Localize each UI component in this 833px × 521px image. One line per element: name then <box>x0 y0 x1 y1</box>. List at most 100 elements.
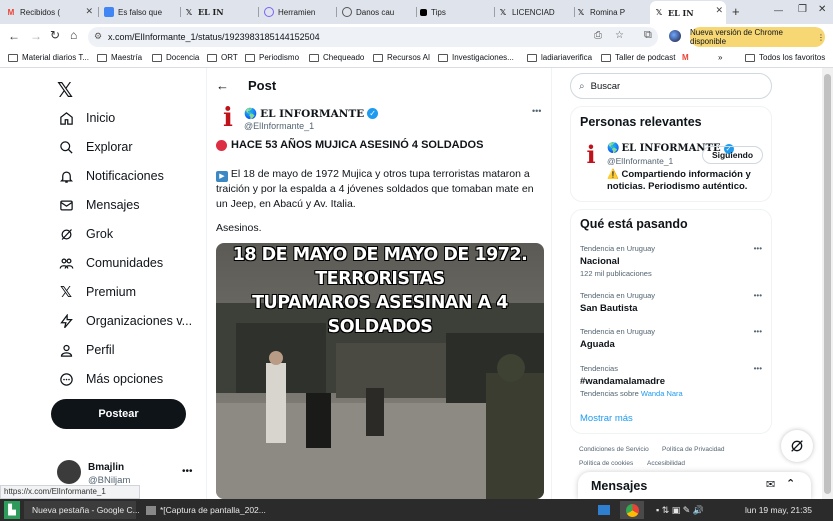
bookmark-docencia[interactable]: Docencia <box>152 53 199 62</box>
chrome-pinned-icon[interactable] <box>620 501 644 519</box>
post-button[interactable]: Postear <box>51 399 186 429</box>
gmail-bookmark-icon[interactable]: M <box>682 53 689 62</box>
expand-icon[interactable]: ⌃ <box>786 477 795 490</box>
trend-item[interactable]: Tendencia en Uruguay San Bautista ••• <box>580 291 766 314</box>
avatar[interactable] <box>57 460 81 484</box>
relevant-avatar[interactable]: i <box>580 143 602 167</box>
search-placeholder: Buscar <box>590 80 621 92</box>
chrome-update-button[interactable]: Nueva versión de Chrome disponible ⋮ <box>690 27 825 47</box>
close-icon[interactable]: ✕ <box>85 6 93 17</box>
video-player[interactable]: 18 DE MAYO DE MAYO DE 1972. TERRORISTAS … <box>216 243 544 499</box>
tab-active-informante[interactable]: 𝕏 EL IN ✕ <box>650 1 726 24</box>
bookmark-material[interactable]: Material diarios T... <box>8 53 89 62</box>
nav-item-messages[interactable]: Mensajes <box>58 192 140 218</box>
nav-item-more[interactable]: Más opciones <box>58 366 163 392</box>
trend-more-icon[interactable]: ••• <box>754 291 762 300</box>
trend-more-icon[interactable]: ••• <box>754 327 762 336</box>
bookmark-taller-podcast[interactable]: Taller de podcast <box>601 53 675 62</box>
x-logo-icon[interactable]: 𝕏 <box>57 78 73 103</box>
search-icon: ⌕ <box>579 80 585 92</box>
tray-icons[interactable]: ▪ ⇅ ▣ ✎ 🔊 <box>656 501 704 519</box>
bookmark-ort[interactable]: ORT <box>207 53 238 62</box>
bell-icon <box>58 168 74 184</box>
bookmark-star-icon[interactable]: ☆ <box>615 30 624 41</box>
tab-danos[interactable]: Danos cau <box>342 2 414 22</box>
messages-drawer[interactable]: Mensajes ✉ ⌃ <box>578 472 811 499</box>
profile-avatar[interactable] <box>669 30 681 42</box>
tab-herramientas[interactable]: Herramien <box>264 2 334 22</box>
tab-label: Herramien <box>278 7 316 17</box>
start-menu-icon[interactable]: ▙ <box>4 501 20 519</box>
taskbar-clock[interactable]: lun 19 may, 21:35 <box>745 501 812 519</box>
bookmark-label: Material diarios T... <box>22 53 89 62</box>
post-more-icon[interactable]: ••• <box>532 106 541 116</box>
search-box[interactable]: ⌕ Buscar <box>570 73 772 99</box>
bookmark-maestria[interactable]: Maestría <box>97 53 142 62</box>
forward-icon[interactable]: → <box>30 29 42 43</box>
bookmark-chequeado[interactable]: Chequeado <box>309 53 364 62</box>
nav-item-home[interactable]: Inicio <box>58 105 115 131</box>
install-icon[interactable]: ⎙ <box>594 30 602 41</box>
new-tab-icon[interactable]: + <box>732 4 740 19</box>
minimize-icon[interactable]: — <box>774 5 783 15</box>
nav-item-explore[interactable]: Explorar <box>58 134 133 160</box>
show-more-link[interactable]: Mostrar más <box>580 413 633 424</box>
tab-tips[interactable]: Tips <box>420 2 492 22</box>
tab-label: Danos cau <box>356 7 395 17</box>
bookmark-recursos-ai[interactable]: Recursos AI <box>373 53 430 62</box>
footer-link[interactable]: Condiciones de Servicio <box>579 446 649 453</box>
folder-icon <box>745 53 755 62</box>
author-avatar[interactable]: i <box>216 105 240 131</box>
trend-item[interactable]: Tendencias #wandamalamadre Tendencias so… <box>580 364 766 398</box>
nav-item-premium[interactable]: 𝕏 Premium <box>58 279 136 305</box>
author-name-row[interactable]: 🌎 EL INFORMANTE ✓ <box>244 107 379 120</box>
bookmark-label: Recursos AI <box>387 53 431 62</box>
close-window-icon[interactable]: ✕ <box>818 4 826 15</box>
scrollbar-thumb[interactable] <box>824 74 831 494</box>
account-more-icon[interactable]: ••• <box>182 466 193 477</box>
trend-item[interactable]: Tendencia en Uruguay Nacional 122 mil pu… <box>580 244 766 278</box>
back-icon[interactable]: ← <box>8 29 20 43</box>
following-button[interactable]: Siguiendo <box>702 146 763 164</box>
bookmark-investigaciones[interactable]: Investigaciones... <box>438 53 514 62</box>
tab-licenciada[interactable]: 𝕏 LICENCIAD <box>498 2 572 22</box>
nav-item-organizations[interactable]: Organizaciones v... <box>58 308 192 334</box>
tab-gmail[interactable]: M Recibidos ( ✕ <box>6 2 96 22</box>
docs-icon <box>104 7 114 17</box>
bookmark-ladiariaverifica[interactable]: ladiariaverifica <box>527 53 592 62</box>
home-icon[interactable]: ⌂ <box>70 28 77 42</box>
bookmark-all[interactable]: Todos los favoritos <box>745 53 825 62</box>
bookmark-periodismo[interactable]: Periodismo <box>245 53 299 62</box>
footer-link[interactable]: Política de Privacidad <box>662 446 725 453</box>
taskbar-item-screenshot[interactable]: *[Captura de pantalla_202... <box>142 501 272 519</box>
trend-more-icon[interactable]: ••• <box>754 244 762 253</box>
nav-item-grok[interactable]: Grok <box>58 221 113 247</box>
nav-item-communities[interactable]: Comunidades <box>58 250 163 276</box>
taskbar-item-chrome[interactable]: Nueva pestaña - Google C... <box>24 501 140 519</box>
address-bar[interactable]: ⚙ x.com/ElInformante_1/status/1923983185… <box>88 27 658 47</box>
nav-item-profile[interactable]: Perfil <box>58 337 114 363</box>
tab-x-informante[interactable]: 𝕏 EL IN <box>184 2 258 22</box>
trend-item[interactable]: Tendencia en Uruguay Aguada ••• <box>580 327 766 350</box>
extensions-icon[interactable]: ⧉ <box>644 29 652 42</box>
nav-item-notifications[interactable]: Notificaciones <box>58 163 164 189</box>
tab-docs[interactable]: Es falso que <box>104 2 180 22</box>
back-arrow-icon[interactable]: ← <box>216 78 229 93</box>
tab-romina[interactable]: 𝕏 Romina P <box>576 2 648 22</box>
desktop-icon[interactable] <box>598 501 612 519</box>
globe-emoji-icon: 🌎 <box>607 143 620 154</box>
more-bookmarks-icon[interactable]: » <box>718 53 722 62</box>
footer-link[interactable]: Accesibilidad <box>647 460 685 467</box>
site-info-icon[interactable]: ⚙ <box>94 31 102 42</box>
kebab-menu-icon[interactable]: ⋮ <box>817 33 825 42</box>
restore-icon[interactable]: ❐ <box>798 4 807 15</box>
footer-link[interactable]: Política de cookies <box>579 460 633 467</box>
trends-card: Qué está pasando Tendencia en Uruguay Na… <box>570 209 772 434</box>
new-message-icon[interactable]: ✉ <box>766 478 775 491</box>
grok-float-button[interactable] <box>781 430 813 462</box>
mail-icon <box>58 197 74 213</box>
close-icon[interactable]: ✕ <box>715 5 723 16</box>
trend-link[interactable]: Wanda Nara <box>641 389 683 398</box>
reload-icon[interactable]: ↻ <box>50 28 60 42</box>
trend-more-icon[interactable]: ••• <box>754 364 762 373</box>
